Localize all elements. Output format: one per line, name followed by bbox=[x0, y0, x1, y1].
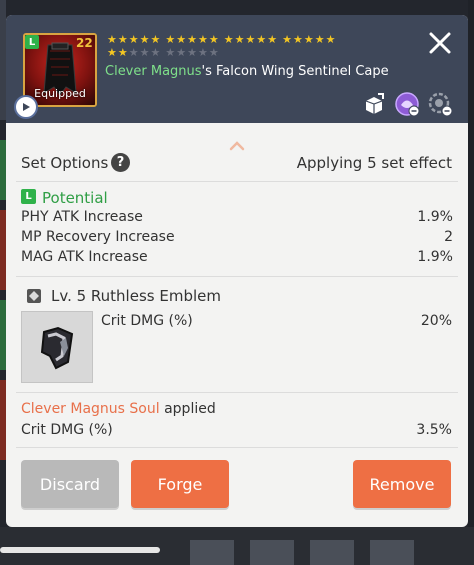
star-icon: ★ bbox=[303, 33, 315, 46]
play-icon[interactable] bbox=[14, 95, 38, 119]
star-icon: ★ bbox=[128, 33, 140, 46]
star-icon: ★ bbox=[139, 33, 151, 46]
star-icon: ★ bbox=[208, 33, 220, 46]
background-edge bbox=[468, 0, 474, 565]
share-icon[interactable] bbox=[361, 91, 387, 117]
stat-name: MAG ATK Increase bbox=[21, 249, 148, 265]
star-row: ★★★★★ ★★★★★ bbox=[107, 46, 367, 59]
divider bbox=[16, 447, 458, 448]
emblem-stat-value: 20% bbox=[420, 313, 452, 329]
emblem-stat-name: Crit DMG (%) bbox=[101, 313, 193, 329]
background-slot bbox=[370, 540, 414, 565]
star-icon: ★ bbox=[234, 33, 246, 46]
set-options-label: Set Options bbox=[21, 154, 109, 172]
remove-button[interactable]: Remove bbox=[353, 460, 451, 508]
chevron-up-icon[interactable] bbox=[228, 140, 246, 152]
item-name-suffix: 's Falcon Wing Sentinel Cape bbox=[201, 64, 389, 79]
stat-value: 2 bbox=[444, 229, 453, 245]
star-icon: ★ bbox=[150, 33, 162, 46]
grade-badge: L bbox=[25, 35, 39, 49]
soul-stat-name: Crit DMG (%) bbox=[21, 422, 113, 438]
item-header: L 22 Equipped ★★★★★ ★★★★★ ★★★★★ ★★★★★ ★★★★★ ★… bbox=[6, 15, 468, 123]
stat-value: 1.9% bbox=[417, 209, 453, 225]
soul-stat-value: 3.5% bbox=[416, 422, 452, 438]
divider bbox=[16, 276, 458, 277]
star-icon: ★ bbox=[117, 33, 129, 46]
star-icon: ★ bbox=[198, 46, 209, 59]
lock-settings-icon[interactable] bbox=[427, 91, 453, 117]
star-icon: ★ bbox=[256, 33, 268, 46]
discard-button[interactable]: Discard bbox=[21, 460, 119, 508]
star-icon: ★ bbox=[208, 46, 220, 59]
star-icon: ★ bbox=[165, 33, 177, 46]
help-icon[interactable]: ? bbox=[111, 153, 130, 172]
star-icon: ★ bbox=[150, 46, 162, 59]
emblem-slot[interactable] bbox=[21, 311, 93, 383]
stat-name: MP Recovery Increase bbox=[21, 229, 175, 245]
equipped-label: Equipped bbox=[34, 87, 86, 100]
home-indicator[interactable] bbox=[0, 547, 160, 553]
star-icon: ★ bbox=[107, 46, 118, 59]
emblem-item-icon bbox=[40, 326, 74, 370]
star-icon: ★ bbox=[139, 46, 151, 59]
star-icon: ★ bbox=[187, 46, 198, 59]
awaken-icon[interactable] bbox=[394, 91, 420, 117]
item-name: Clever Magnus's Falcon Wing Sentinel Cap… bbox=[105, 64, 389, 79]
star-icon: ★ bbox=[293, 33, 304, 46]
divider bbox=[16, 181, 458, 182]
star-icon: ★ bbox=[223, 33, 235, 46]
star-icon: ★ bbox=[282, 33, 293, 46]
close-icon[interactable] bbox=[424, 27, 456, 59]
star-rating: ★★★★★ ★★★★★ ★★★★★ ★★★★★ ★★★★★ ★★★★★ bbox=[107, 33, 367, 59]
star-icon: ★ bbox=[267, 33, 279, 46]
background-slot bbox=[250, 540, 294, 565]
star-icon: ★ bbox=[314, 33, 326, 46]
emblem-icon bbox=[27, 289, 41, 303]
level-badge: 22 bbox=[76, 36, 93, 50]
star-row: ★★★★★ ★★★★★ ★★★★★ ★★★★★ bbox=[107, 33, 367, 46]
star-icon: ★ bbox=[198, 33, 209, 46]
star-icon: ★ bbox=[165, 46, 177, 59]
star-icon: ★ bbox=[245, 33, 257, 46]
background-slot bbox=[310, 540, 354, 565]
background-slot bbox=[190, 540, 234, 565]
potential-grade-badge: L bbox=[21, 189, 36, 204]
star-icon: ★ bbox=[117, 46, 129, 59]
soul-name: Clever Magnus Soul bbox=[21, 401, 160, 417]
star-icon: ★ bbox=[187, 33, 198, 46]
divider bbox=[16, 392, 458, 393]
star-icon: ★ bbox=[128, 46, 140, 59]
soul-applied-line: Clever Magnus Soul applied bbox=[21, 401, 216, 417]
forge-button[interactable]: Forge bbox=[131, 460, 229, 508]
star-icon: ★ bbox=[325, 33, 337, 46]
set-effect-status: Applying 5 set effect bbox=[296, 154, 452, 172]
potential-title: Potential bbox=[42, 189, 108, 207]
item-owner-name: Clever Magnus bbox=[105, 64, 202, 79]
star-icon: ★ bbox=[107, 33, 118, 46]
soul-suffix: applied bbox=[159, 401, 216, 417]
stat-name: PHY ATK Increase bbox=[21, 209, 143, 225]
item-detail-panel: L 22 Equipped ★★★★★ ★★★★★ ★★★★★ ★★★★★ ★★★★★ ★… bbox=[6, 15, 468, 527]
star-icon: ★ bbox=[176, 33, 188, 46]
emblem-title: Lv. 5 Ruthless Emblem bbox=[51, 287, 221, 305]
star-icon: ★ bbox=[176, 46, 188, 59]
stat-value: 1.9% bbox=[417, 249, 453, 265]
